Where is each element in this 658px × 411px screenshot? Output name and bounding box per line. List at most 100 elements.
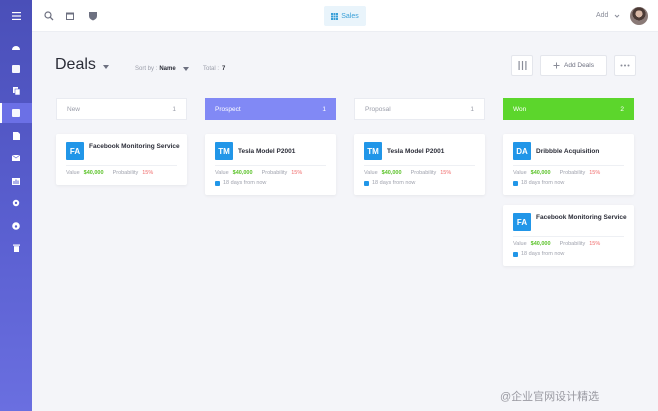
column-title: Prospect bbox=[215, 105, 241, 113]
sort-control[interactable]: Sort by : Name bbox=[135, 66, 176, 72]
card-divider bbox=[215, 165, 326, 166]
probability-label: Probability bbox=[559, 241, 586, 247]
column-title: Won bbox=[513, 105, 527, 113]
add-deals-button[interactable]: Add Deals bbox=[540, 55, 607, 76]
plus-icon bbox=[553, 62, 560, 69]
column-view-button[interactable] bbox=[511, 55, 533, 76]
calendar-icon bbox=[513, 251, 518, 257]
due-date: 18 days from now bbox=[513, 180, 564, 186]
title-dropdown-icon[interactable] bbox=[103, 65, 109, 69]
total-value: 7 bbox=[222, 66, 226, 72]
column-new[interactable]: New 1 bbox=[56, 98, 187, 120]
sort-chevron-icon[interactable] bbox=[183, 67, 189, 71]
card-divider bbox=[66, 165, 177, 166]
file-icon[interactable] bbox=[0, 126, 32, 146]
due-date: 18 days from now bbox=[513, 251, 564, 257]
page-title: Deals bbox=[55, 56, 96, 73]
deal-name: Facebook Monitoring Service bbox=[536, 214, 627, 221]
deal-meta: Value $40,000 Probability 15% bbox=[364, 170, 451, 176]
settings-icon[interactable] bbox=[0, 193, 32, 213]
mail-icon[interactable] bbox=[0, 148, 32, 168]
deal-probability: 15% bbox=[589, 241, 601, 247]
probability-label: Probability bbox=[112, 170, 139, 176]
card-divider bbox=[364, 165, 475, 166]
watermark: @企业官网设计精选 bbox=[500, 391, 600, 403]
avatar[interactable] bbox=[630, 7, 648, 25]
calendar-icon[interactable] bbox=[65, 11, 75, 21]
probability-label: Probability bbox=[261, 170, 288, 176]
due-date: 18 days from now bbox=[364, 180, 415, 186]
column-count: 1 bbox=[470, 105, 474, 113]
deals-icon[interactable] bbox=[0, 103, 32, 123]
deal-meta: Value $40,000 Probability 15% bbox=[66, 170, 153, 176]
search-icon[interactable] bbox=[44, 11, 54, 21]
value-label: Value bbox=[215, 170, 229, 176]
deal-value: $40,000 bbox=[232, 170, 253, 176]
deal-initials-badge: FA bbox=[66, 142, 84, 160]
deal-card[interactable]: TM Tesla Model P2001 Value $40,000 Probabi… bbox=[205, 134, 336, 195]
dashboard-icon[interactable] bbox=[0, 36, 32, 56]
deal-initials-badge: DA bbox=[513, 142, 531, 160]
deal-card[interactable]: TM Tesla Model P2001 Value $40,000 Probabi… bbox=[354, 134, 485, 195]
value-label: Value bbox=[513, 170, 527, 176]
card-divider bbox=[513, 165, 624, 166]
sales-label: Sales bbox=[341, 12, 359, 20]
deal-probability: 15% bbox=[589, 170, 601, 176]
deal-card[interactable]: DA Dribbble Acquisition Value $40,000 Prob… bbox=[503, 134, 634, 195]
card-divider bbox=[513, 236, 624, 237]
column-proposal[interactable]: Proposal 1 bbox=[354, 98, 485, 120]
deal-meta: Value $40,000 Probability 15% bbox=[215, 170, 302, 176]
help-icon[interactable] bbox=[0, 216, 32, 236]
value-label: Value bbox=[513, 241, 527, 247]
column-won[interactable]: Won 2 bbox=[503, 98, 634, 120]
deal-value: $40,000 bbox=[530, 241, 551, 247]
value-label: Value bbox=[364, 170, 378, 176]
top-bar: Sales Add bbox=[32, 0, 658, 32]
column-prospect[interactable]: Prospect 1 bbox=[205, 98, 336, 120]
deal-initials-badge: TM bbox=[364, 142, 382, 160]
total-count: Total :7 bbox=[203, 66, 225, 72]
shield-icon[interactable] bbox=[88, 11, 98, 21]
deal-name: Dribbble Acquisition bbox=[536, 148, 600, 155]
contacts-icon[interactable] bbox=[0, 59, 32, 79]
documents-icon[interactable] bbox=[0, 81, 32, 101]
columns-icon bbox=[518, 61, 526, 70]
menu-icon[interactable] bbox=[0, 6, 32, 26]
value-label: Value bbox=[66, 170, 80, 176]
deal-initials-badge: FA bbox=[513, 213, 531, 231]
reports-icon[interactable] bbox=[0, 171, 32, 191]
deal-value: $40,000 bbox=[381, 170, 402, 176]
column-title: New bbox=[67, 105, 81, 113]
deal-meta: Value $40,000 Probability 15% bbox=[513, 241, 600, 247]
deal-card[interactable]: FA Facebook Monitoring Service Value $40,… bbox=[503, 205, 634, 266]
deal-card[interactable]: FA Facebook Monitoring Service Value $40,… bbox=[56, 134, 187, 185]
due-text: 18 days from now bbox=[521, 251, 565, 257]
chevron-down-icon[interactable] bbox=[614, 13, 620, 19]
sort-value: Name bbox=[159, 66, 176, 72]
due-text: 18 days from now bbox=[521, 180, 565, 186]
grid-icon bbox=[331, 12, 339, 20]
column-count: 1 bbox=[172, 105, 176, 113]
deal-probability: 15% bbox=[142, 170, 154, 176]
calendar-icon bbox=[513, 180, 518, 186]
add-menu-label[interactable]: Add bbox=[596, 12, 608, 19]
calendar-icon bbox=[364, 180, 369, 186]
due-text: 18 days from now bbox=[223, 180, 267, 186]
more-icon bbox=[620, 64, 630, 67]
deal-probability: 15% bbox=[291, 170, 303, 176]
due-date: 18 days from now bbox=[215, 180, 266, 186]
more-options-button[interactable] bbox=[614, 55, 636, 76]
probability-label: Probability bbox=[410, 170, 437, 176]
sales-tab[interactable]: Sales bbox=[324, 6, 366, 26]
deal-value: $40,000 bbox=[530, 170, 551, 176]
deal-initials-badge: TM bbox=[215, 142, 233, 160]
deal-value: $40,000 bbox=[83, 170, 104, 176]
calendar-icon bbox=[215, 180, 220, 186]
add-deals-label: Add Deals bbox=[564, 62, 594, 69]
deal-meta: Value $40,000 Probability 15% bbox=[513, 170, 600, 176]
probability-label: Probability bbox=[559, 170, 586, 176]
trash-icon[interactable] bbox=[0, 238, 32, 258]
deal-name: Tesla Model P2001 bbox=[387, 148, 445, 155]
due-text: 18 days from now bbox=[372, 180, 416, 186]
total-label: Total : bbox=[203, 66, 220, 72]
